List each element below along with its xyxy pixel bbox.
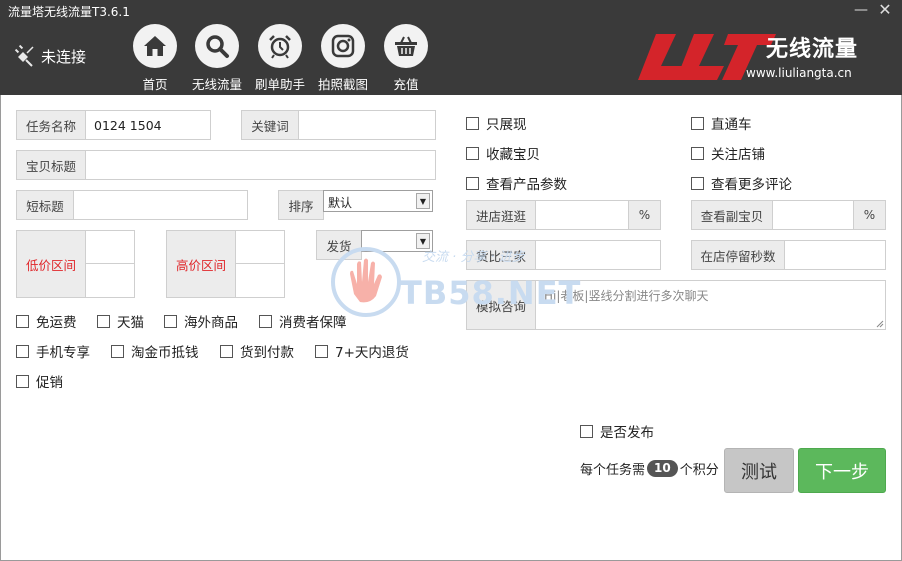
high-price-max-input[interactable]: [235, 263, 285, 298]
view-sub-product-input[interactable]: [772, 200, 854, 230]
watermark-slogan: 交流 · 分享 · 进步: [422, 250, 525, 265]
watermark-text: TB58.NET: [400, 274, 582, 312]
display-only-checkbox[interactable]: 只展现: [466, 113, 527, 133]
minimize-button[interactable]: —: [853, 2, 869, 18]
product-title-input[interactable]: [85, 150, 436, 180]
high-price-min-input[interactable]: [235, 230, 285, 265]
view-sub-percent-label: %: [853, 200, 886, 230]
sort-select[interactable]: 默认 ▼: [323, 190, 433, 212]
nav-screenshot[interactable]: 拍照截图: [311, 24, 375, 93]
brand-name: 无线流量: [766, 37, 859, 62]
nav-order-assistant[interactable]: 刷单助手: [248, 24, 312, 93]
high-price-label: 高价区间: [166, 230, 236, 298]
mobile-exclusive-checkbox[interactable]: 手机专享: [16, 341, 90, 361]
points-suffix: 个积分: [679, 463, 719, 478]
favorite-product-checkbox[interactable]: 收藏宝贝: [466, 143, 540, 163]
overseas-checkbox[interactable]: 海外商品: [164, 311, 238, 331]
dropdown-arrow-icon: ▼: [416, 193, 430, 209]
stay-seconds-label: 在店停留秒数: [691, 240, 785, 270]
close-button[interactable]: ✕: [876, 0, 894, 19]
product-title-label: 宝贝标题: [16, 150, 86, 180]
sort-select-value: 默认: [328, 196, 353, 210]
publish-checkbox[interactable]: 是否发布: [580, 421, 654, 441]
low-price-min-input[interactable]: [85, 230, 135, 265]
connection-status-text: 未连接: [41, 47, 87, 66]
keyword-input[interactable]: [298, 110, 436, 140]
nav-recharge-label: 充值: [393, 77, 419, 92]
short-title-input[interactable]: [73, 190, 248, 220]
view-sub-product-label: 查看副宝贝: [691, 200, 773, 230]
alarm-clock-icon: [269, 35, 291, 59]
seven-day-return-checkbox[interactable]: 7+天内退货: [315, 341, 409, 361]
points-prefix: 每个任务需: [580, 463, 646, 478]
camera-icon: [331, 34, 355, 58]
plug-icon: [14, 44, 34, 67]
window-title: 流量塔无线流量T3.6.1: [8, 5, 130, 19]
browse-percent-label: %: [628, 200, 661, 230]
keyword-label: 关键词: [241, 110, 299, 140]
next-step-button[interactable]: 下一步: [798, 448, 886, 493]
test-button[interactable]: 测试: [724, 448, 794, 493]
low-price-max-input[interactable]: [85, 263, 135, 298]
browse-shop-label: 进店逛逛: [466, 200, 536, 230]
top-bar: 流量塔无线流量T3.6.1 — ✕ 未连接 首页 无线流量 刷单助手 拍照截图 …: [0, 0, 902, 95]
low-price-label: 低价区间: [16, 230, 86, 298]
tmall-checkbox[interactable]: 天猫: [97, 311, 144, 331]
resize-grip-icon[interactable]: [876, 320, 884, 328]
connection-status: 未连接: [12, 44, 86, 68]
nav-wireless-traffic-label: 无线流量: [191, 77, 242, 92]
task-name-input[interactable]: [85, 110, 211, 140]
free-shipping-checkbox[interactable]: 免运费: [16, 311, 77, 331]
hand-logo-icon: [331, 247, 401, 317]
points-info: 每个任务需 10 个积分: [580, 459, 719, 478]
nav-home-label: 首页: [142, 77, 168, 92]
browse-shop-input[interactable]: [535, 200, 629, 230]
task-name-label: 任务名称: [16, 110, 86, 140]
nav-screenshot-label: 拍照截图: [317, 77, 368, 92]
promotion-checkbox[interactable]: 促销: [16, 371, 63, 391]
search-icon: [206, 35, 229, 58]
view-params-checkbox[interactable]: 查看产品参数: [466, 173, 567, 193]
taojinbi-checkbox[interactable]: 淘金币抵钱: [111, 341, 199, 361]
sort-label: 排序: [278, 190, 324, 220]
nav-wireless-traffic[interactable]: 无线流量: [185, 24, 249, 93]
short-title-label: 短标题: [16, 190, 74, 220]
basket-icon: [395, 36, 417, 56]
brand-url: www.liuliangta.cn: [746, 66, 852, 80]
chat-textarea[interactable]: Hi|老板|竖线分割进行多次聊天: [535, 280, 886, 330]
nav-recharge[interactable]: 充值: [374, 24, 438, 93]
more-reviews-checkbox[interactable]: 查看更多评论: [691, 173, 792, 193]
nav-home[interactable]: 首页: [123, 24, 187, 93]
cod-checkbox[interactable]: 货到付款: [220, 341, 294, 361]
nav-order-assistant-label: 刷单助手: [254, 77, 305, 92]
stay-seconds-input[interactable]: [784, 240, 886, 270]
ztc-checkbox[interactable]: 直通车: [691, 113, 752, 133]
home-icon: [144, 36, 166, 56]
compare-input[interactable]: [535, 240, 661, 270]
points-badge: 10: [647, 460, 678, 477]
follow-shop-checkbox[interactable]: 关注店铺: [691, 143, 765, 163]
